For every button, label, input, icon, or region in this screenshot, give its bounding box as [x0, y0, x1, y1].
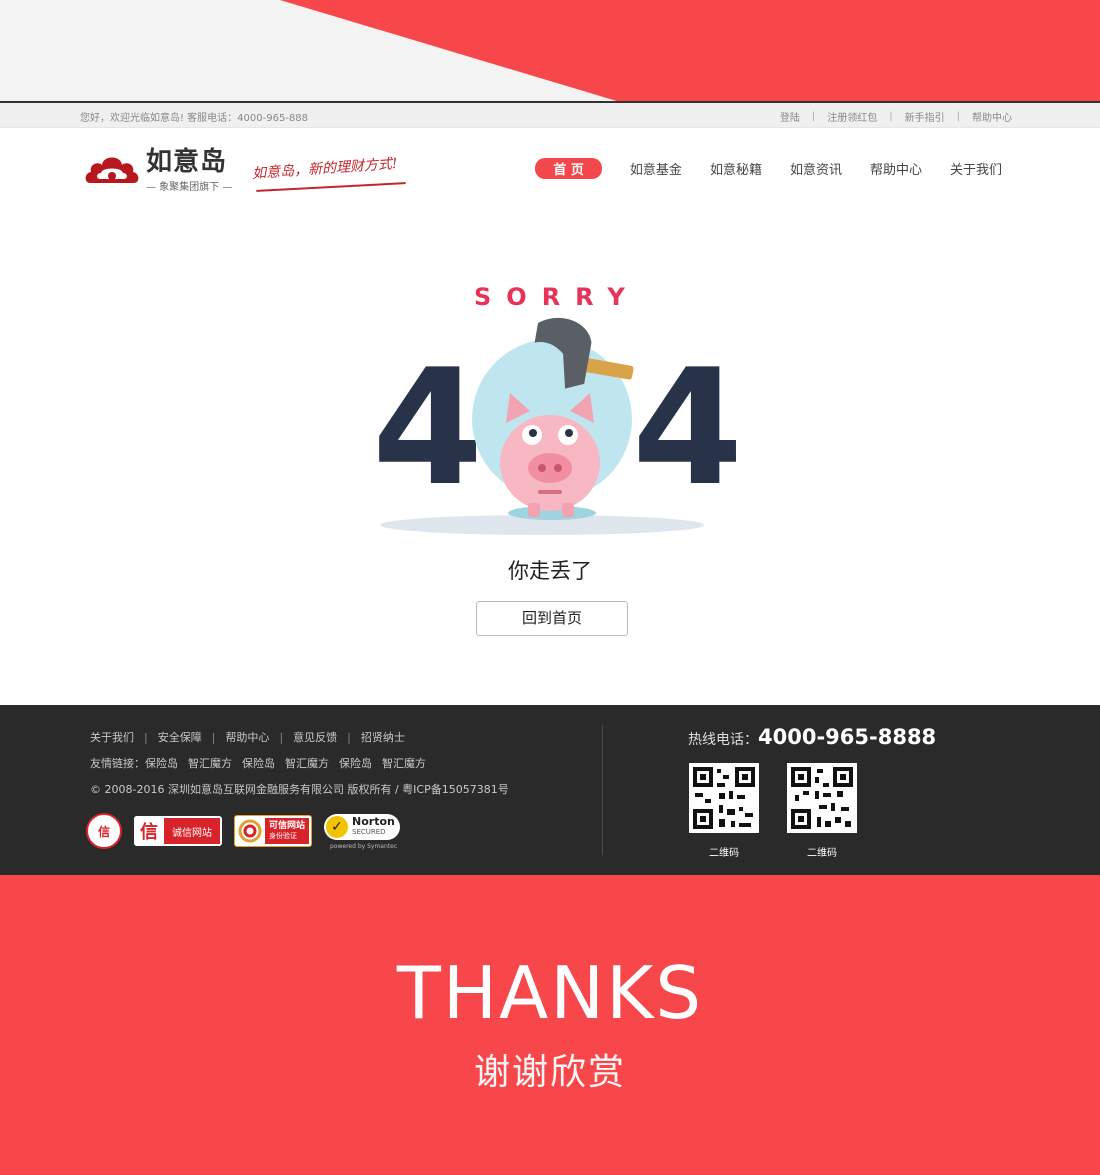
brand-name: 如意岛 — [146, 147, 228, 177]
site-logo[interactable]: 如意岛 — 象聚集团旗下 — — [84, 148, 232, 193]
back-home-button[interactable]: 回到首页 — [476, 601, 628, 636]
qr-caption: 二维码 — [807, 848, 837, 859]
nav-help[interactable]: 帮助中心 — [870, 159, 922, 178]
qr-code-block: 二维码 — [787, 763, 857, 859]
trusted-site-icon — [235, 816, 265, 846]
brand-slogan: 如意岛，新的理财方式! — [251, 155, 399, 183]
hotline: 热线电话： 4000-965-8888 — [688, 725, 936, 749]
thanks-section: THANKS 谢谢欣赏 — [0, 875, 1100, 1175]
separator: | — [279, 730, 284, 744]
friend-link[interactable]: 智汇魔方 — [188, 755, 232, 771]
norton-secured-text: SECURED — [352, 828, 386, 836]
separator: | — [889, 111, 893, 122]
brand-subtitle: — 象聚集团旗下 — — [146, 182, 233, 193]
top-utility-bar: 您好，欢迎光临如意岛! 客服电话：4000-965-888 登陆 | 注册领红包… — [0, 103, 1100, 128]
sorry-title: SORRY — [474, 283, 640, 311]
copyright-text: © 2008-2016 深圳如意岛互联网金融服务有限公司 版权所有 / 粤ICP… — [90, 783, 509, 796]
nav-fund[interactable]: 如意基金 — [630, 159, 682, 178]
top-banner — [0, 0, 1100, 102]
utility-links: 登陆 | 注册领红包 | 新手指引 | 帮助中心 — [780, 109, 1012, 124]
friend-link[interactable]: 保险岛 — [339, 755, 372, 771]
nav-home[interactable]: 首 页 — [535, 158, 602, 179]
footer-link-help[interactable]: 帮助中心 — [225, 729, 269, 745]
piggy-bank-hammer-illustration — [380, 317, 704, 535]
norton-name: Norton — [352, 815, 395, 828]
guide-link[interactable]: 新手指引 — [905, 109, 945, 124]
qr-caption: 二维码 — [709, 848, 739, 859]
nav-tips[interactable]: 如意秘籍 — [710, 159, 762, 178]
credit-text: 诚信网站 — [164, 818, 220, 844]
thanks-title: THANKS — [396, 951, 704, 1035]
hotline-label: 热线电话： — [688, 732, 758, 748]
footer-link-feedback[interactable]: 意见反馈 — [293, 729, 337, 745]
footer-link-about[interactable]: 关于我们 — [90, 729, 134, 745]
banner-decoration — [280, 0, 1100, 102]
trusted-site-subtitle: 身份验证 — [269, 832, 297, 840]
slogan-underline — [256, 182, 406, 192]
footer-links: 关于我们 | 安全保障 | 帮助中心 | 意见反馈 | 招贤纳士 — [90, 729, 405, 745]
site-header: 如意岛 — 象聚集团旗下 — 如意岛，新的理财方式! 首 页 如意基金 如意秘籍… — [0, 128, 1100, 218]
trust-badges: 信 信 诚信网站 可信网站 身份验证 ✓ Norton SECURED powe… — [86, 811, 404, 851]
credit-website-badge[interactable]: 信 诚信网站 — [134, 816, 222, 846]
friend-link[interactable]: 智汇魔方 — [382, 755, 426, 771]
norton-powered-text: powered by Symantec — [330, 843, 398, 850]
footer-divider — [602, 725, 603, 855]
friend-link[interactable]: 智汇魔方 — [285, 755, 329, 771]
welcome-text: 您好，欢迎光临如意岛! 客服电话：4000-965-888 — [80, 113, 309, 124]
credit-icon: 信 — [134, 816, 164, 846]
nav-about[interactable]: 关于我们 — [950, 159, 1002, 178]
separator: | — [956, 111, 960, 122]
thanks-subtitle: 谢谢欣赏 — [473, 1052, 626, 1093]
separator: | — [811, 111, 816, 122]
hotline-number: 4000-965-8888 — [758, 725, 937, 749]
friend-links: 友情链接：保险岛 智汇魔方 保险岛 智汇魔方 保险岛 智汇魔方 — [90, 755, 436, 771]
qr-code-icon — [787, 763, 857, 833]
friend-link[interactable]: 友情链接：保险岛 — [90, 755, 178, 771]
site-footer: 关于我们 | 安全保障 | 帮助中心 | 意见反馈 | 招贤纳士 友情链接：保险… — [0, 705, 1100, 875]
trusted-site-badge[interactable]: 可信网站 身份验证 — [234, 815, 313, 847]
separator: | — [347, 730, 351, 744]
footer-link-security[interactable]: 安全保障 — [158, 729, 202, 745]
nav-news[interactable]: 如意资讯 — [790, 159, 842, 178]
separator: | — [144, 730, 148, 744]
trusted-site-title: 可信网站 — [269, 821, 306, 831]
qr-code-icon — [689, 763, 759, 833]
login-link[interactable]: 登陆 — [780, 109, 800, 124]
error-main: SORRY 4 4 你走丢了 回到首页 — [0, 218, 1100, 705]
qr-code-block: 二维码 — [689, 763, 759, 859]
help-link[interactable]: 帮助中心 — [972, 109, 1012, 124]
checkmark-icon: ✓ — [326, 816, 349, 838]
separator: | — [211, 730, 216, 744]
norton-secured-badge[interactable]: ✓ Norton SECURED powered by Symantec — [324, 811, 404, 851]
credit-seal-badge[interactable]: 信 — [86, 813, 122, 849]
error-message: 你走丢了 — [508, 559, 592, 583]
register-link[interactable]: 注册领红包 — [827, 109, 877, 124]
footer-link-careers[interactable]: 招贤纳士 — [361, 729, 405, 745]
friend-link[interactable]: 保险岛 — [242, 755, 275, 771]
cloud-logo-icon — [85, 157, 139, 183]
main-nav: 首 页 如意基金 如意秘籍 如意资讯 帮助中心 关于我们 — [535, 158, 1002, 179]
